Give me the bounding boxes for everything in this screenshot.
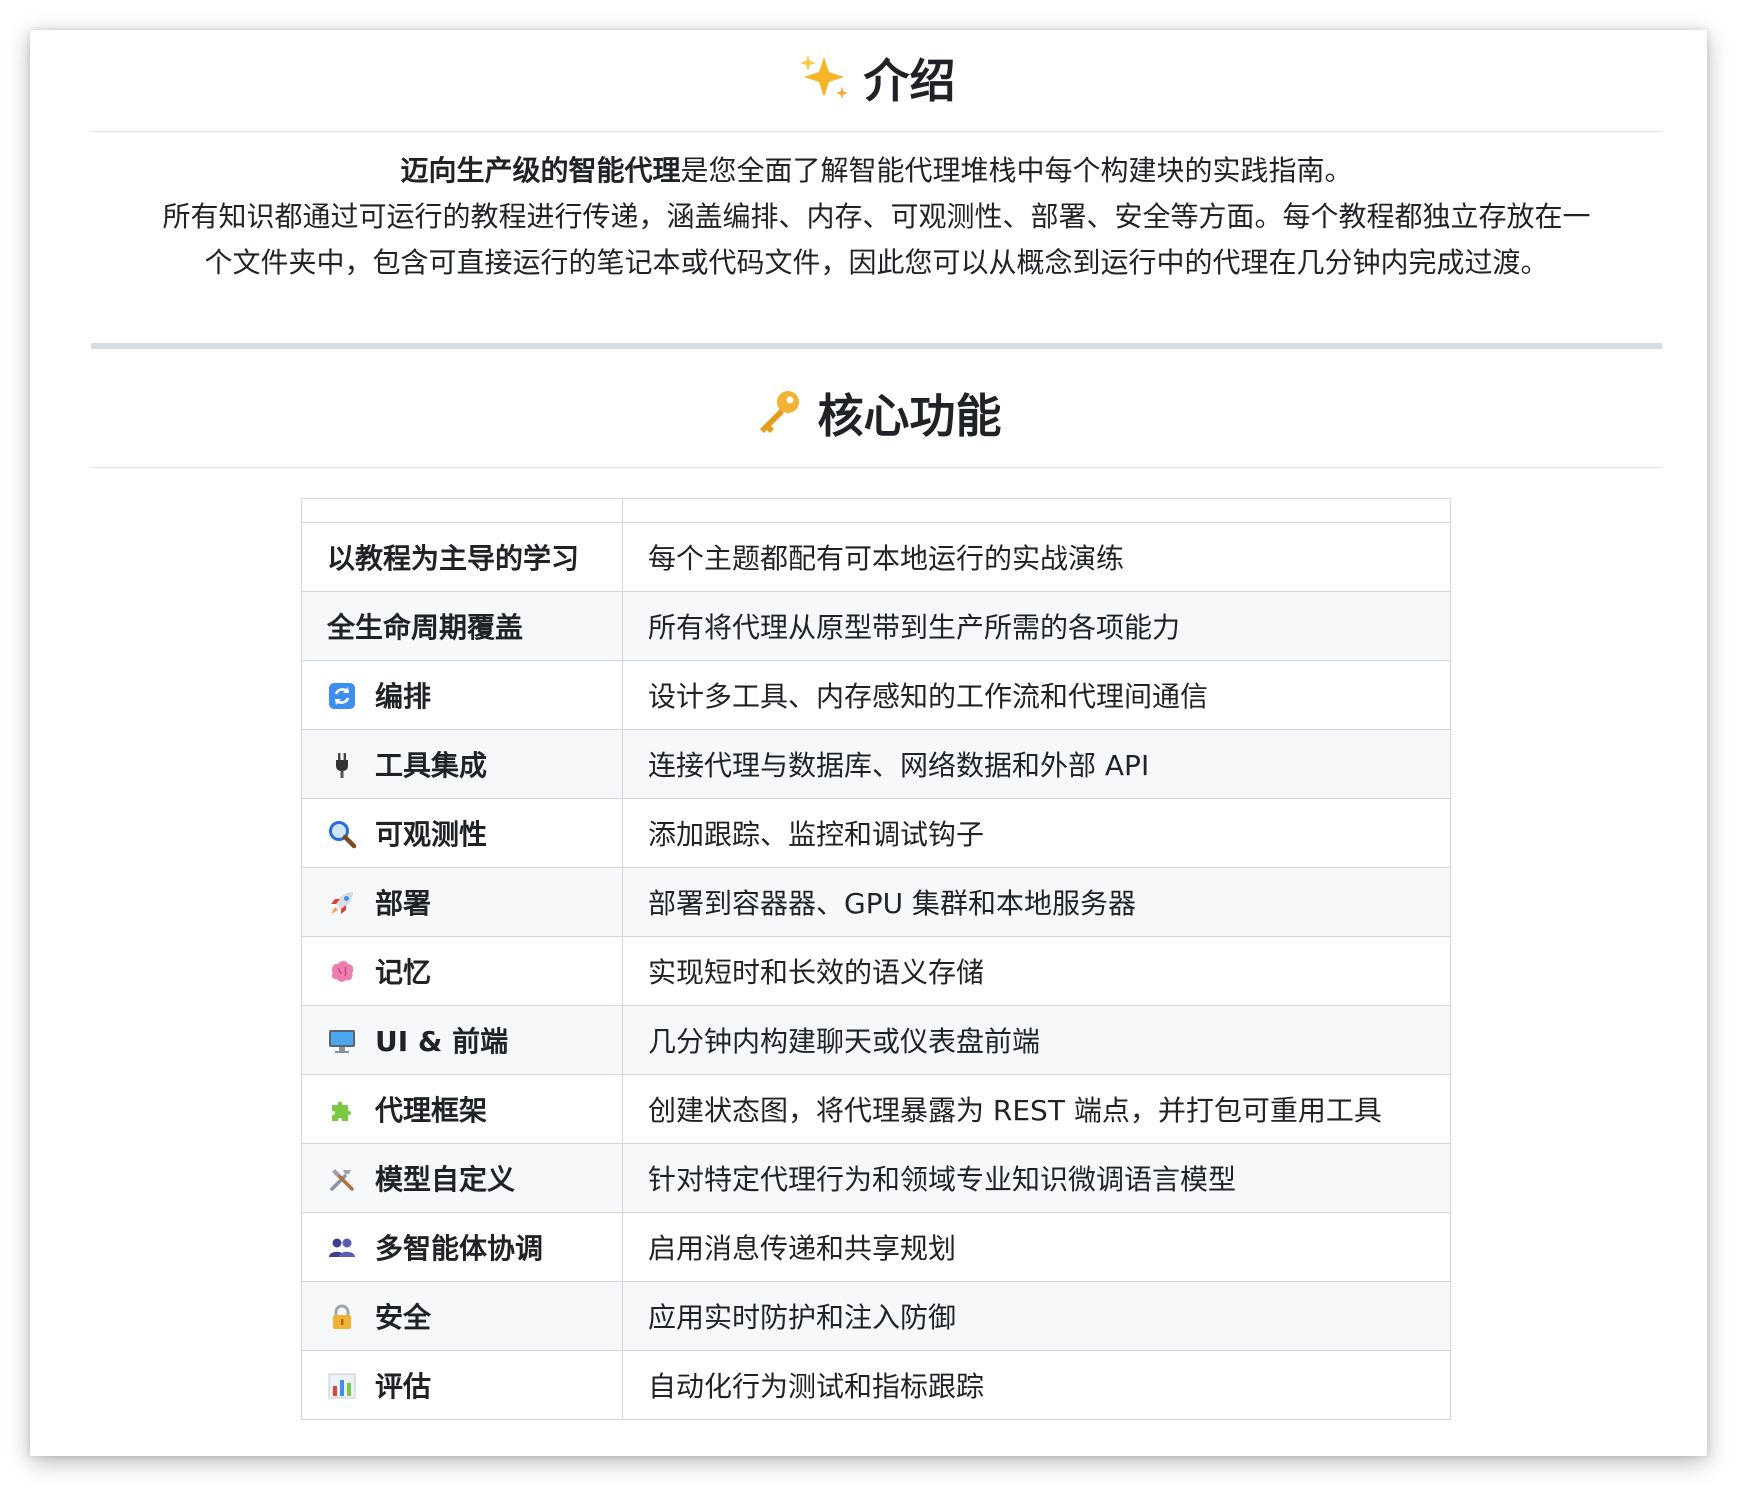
feature-name-cell: 以教程为主导的学习 — [301, 522, 623, 592]
feature-name: 编排 — [375, 680, 432, 713]
feature-name: 评估 — [375, 1370, 432, 1403]
feature-name-cell: 部署 — [301, 867, 623, 937]
table-header-cell — [301, 498, 623, 523]
feature-description: 每个主题都配有可本地运行的实战演练 — [622, 522, 1451, 592]
section-divider — [91, 343, 1662, 349]
arrows-cycle-icon — [327, 681, 357, 711]
feature-name-cell: 全生命周期覆盖 — [301, 591, 623, 661]
table-row: 评估 自动化行为测试和指标跟踪 — [301, 1350, 1451, 1420]
puzzle-icon — [327, 1095, 357, 1125]
feature-name: 全生命周期覆盖 — [327, 611, 524, 644]
feature-description: 针对特定代理行为和领域专业知识微调语言模型 — [622, 1143, 1451, 1213]
feature-name: 安全 — [375, 1301, 432, 1334]
plug-icon — [327, 750, 357, 780]
feature-description: 自动化行为测试和指标跟踪 — [622, 1350, 1451, 1420]
intro-lead-rest: 是您全面了解智能代理堆栈中每个构建块的实践指南。 — [680, 154, 1353, 187]
features-heading-text: 核心功能 — [817, 389, 1002, 443]
sparkles-icon — [798, 51, 850, 103]
feature-name: 可观测性 — [375, 818, 488, 851]
features-heading: 核心功能 — [91, 385, 1662, 447]
lock-icon — [327, 1302, 357, 1332]
table-header-row — [301, 498, 1451, 523]
intro-heading-block: 介绍 — [91, 50, 1662, 112]
feature-name-cell: 记忆 — [301, 936, 623, 1006]
table-row: 记忆 实现短时和长效的语义存储 — [301, 936, 1451, 1006]
feature-name-cell: 可观测性 — [301, 798, 623, 868]
feature-description: 启用消息传递和共享规划 — [622, 1212, 1451, 1282]
table-row: 编排 设计多工具、内存感知的工作流和代理间通信 — [301, 660, 1451, 730]
intro-heading: 介绍 — [91, 50, 1662, 112]
feature-name-cell: 模型自定义 — [301, 1143, 623, 1213]
feature-description: 创建状态图，将代理暴露为 REST 端点，并打包可重用工具 — [622, 1074, 1451, 1144]
feature-name-cell: 评估 — [301, 1350, 623, 1420]
feature-name: 模型自定义 — [375, 1163, 516, 1196]
feature-name-cell: 安全 — [301, 1281, 623, 1351]
features-heading-rule — [91, 467, 1662, 468]
features-heading-block: 核心功能 — [91, 385, 1662, 447]
people-icon — [327, 1233, 357, 1263]
brain-icon — [327, 957, 357, 987]
feature-description: 实现短时和长效的语义存储 — [622, 936, 1451, 1006]
feature-name: 以教程为主导的学习 — [327, 542, 580, 575]
tools-icon — [327, 1164, 357, 1194]
table-row: 工具集成 连接代理与数据库、网络数据和外部 API — [301, 729, 1451, 799]
table-row: 安全 应用实时防护和注入防御 — [301, 1281, 1451, 1351]
feature-description: 所有将代理从原型带到生产所需的各项能力 — [622, 591, 1451, 661]
feature-description: 连接代理与数据库、网络数据和外部 API — [622, 729, 1451, 799]
key-icon — [752, 386, 804, 438]
feature-description: 应用实时防护和注入防御 — [622, 1281, 1451, 1351]
feature-name-cell: 工具集成 — [301, 729, 623, 799]
intro-heading-rule — [91, 131, 1662, 132]
feature-description: 设计多工具、内存感知的工作流和代理间通信 — [622, 660, 1451, 730]
intro-lead-bold: 迈向生产级的智能代理 — [400, 154, 681, 187]
table-header-cell — [622, 498, 1451, 523]
table-row: 全生命周期覆盖 所有将代理从原型带到生产所需的各项能力 — [301, 591, 1451, 661]
monitor-icon — [327, 1026, 357, 1056]
feature-name-cell: 编排 — [301, 660, 623, 730]
bar-chart-icon — [327, 1371, 357, 1401]
feature-name: 工具集成 — [375, 749, 488, 782]
magnifier-icon — [327, 819, 357, 849]
intro-line-3: 个文件夹中，包含可直接运行的笔记本或代码文件，因此您可以从概念到运行中的代理在几… — [204, 246, 1549, 279]
table-row: 代理框架 创建状态图，将代理暴露为 REST 端点，并打包可重用工具 — [301, 1074, 1451, 1144]
table-row: 部署 部署到容器器、GPU 集群和本地服务器 — [301, 867, 1451, 937]
feature-description: 几分钟内构建聊天或仪表盘前端 — [622, 1005, 1451, 1075]
intro-paragraph: 迈向生产级的智能代理是您全面了解智能代理堆栈中每个构建块的实践指南。 所有知识都… — [91, 148, 1662, 286]
feature-description: 部署到容器器、GPU 集群和本地服务器 — [622, 867, 1451, 937]
feature-description: 添加跟踪、监控和调试钩子 — [622, 798, 1451, 868]
intro-heading-text: 介绍 — [863, 54, 956, 108]
table-row: 模型自定义 针对特定代理行为和领域专业知识微调语言模型 — [301, 1143, 1451, 1213]
feature-name: UI & 前端 — [375, 1025, 509, 1058]
table-row: UI & 前端 几分钟内构建聊天或仪表盘前端 — [301, 1005, 1451, 1075]
feature-name: 记忆 — [375, 956, 432, 989]
feature-name-cell: 多智能体协调 — [301, 1212, 623, 1282]
feature-name: 部署 — [375, 887, 432, 920]
table-row: 多智能体协调 启用消息传递和共享规划 — [301, 1212, 1451, 1282]
feature-name-cell: UI & 前端 — [301, 1005, 623, 1075]
rocket-icon — [327, 888, 357, 918]
feature-name-cell: 代理框架 — [301, 1074, 623, 1144]
table-row: 以教程为主导的学习 每个主题都配有可本地运行的实战演练 — [301, 522, 1451, 592]
intro-line-2: 所有知识都通过可运行的教程进行传递，涵盖编排、内存、可观测性、部署、安全等方面。… — [162, 200, 1591, 233]
feature-name: 代理框架 — [375, 1094, 488, 1127]
feature-name: 多智能体协调 — [375, 1232, 544, 1265]
features-table: 以教程为主导的学习 每个主题都配有可本地运行的实战演练全生命周期覆盖 所有将代理从原… — [301, 498, 1451, 1420]
table-row: 可观测性 添加跟踪、监控和调试钩子 — [301, 798, 1451, 868]
